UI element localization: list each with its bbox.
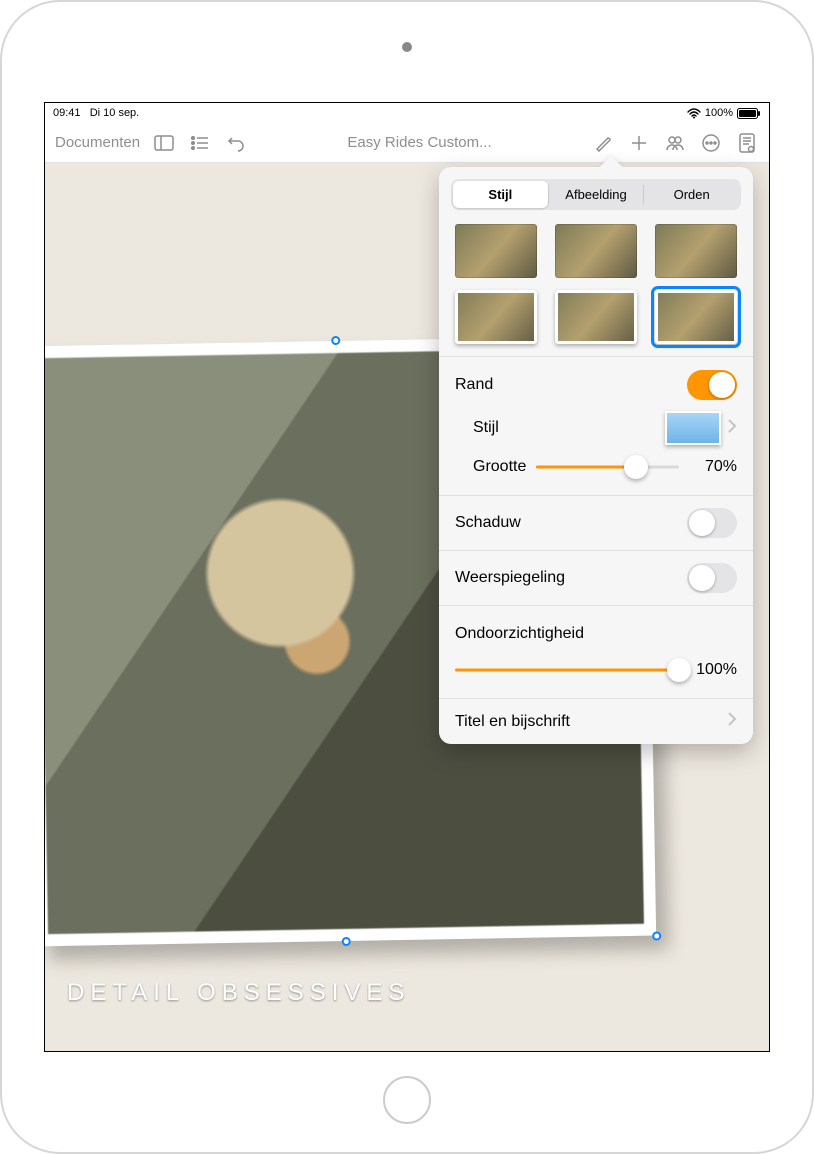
collaborate-button[interactable] bbox=[659, 127, 691, 159]
style-preset-2[interactable] bbox=[555, 224, 637, 278]
shadow-label: Schaduw bbox=[455, 514, 521, 532]
border-section: Rand Stijl Grootte bbox=[439, 356, 753, 495]
screen: 09:41 Di 10 sep. 100% Documenten bbox=[44, 102, 770, 1052]
document-title[interactable]: Easy Rides Custom... bbox=[347, 134, 491, 151]
format-brush-button[interactable] bbox=[587, 127, 619, 159]
reader-view-button[interactable] bbox=[731, 127, 763, 159]
resize-handle-bottom-right[interactable] bbox=[652, 931, 661, 940]
status-time: 09:41 bbox=[53, 107, 81, 119]
resize-handle-top[interactable] bbox=[331, 336, 340, 345]
documents-button[interactable]: Documenten bbox=[51, 134, 144, 151]
status-date: Di 10 sep. bbox=[90, 107, 140, 119]
more-button[interactable] bbox=[695, 127, 727, 159]
tab-arrange[interactable]: Orden bbox=[644, 181, 739, 208]
title-caption-button[interactable]: Titel en bijschrift bbox=[439, 698, 753, 744]
style-preset-5[interactable] bbox=[555, 290, 637, 344]
insert-button[interactable] bbox=[623, 127, 655, 159]
border-size-value: 70% bbox=[689, 458, 737, 476]
resize-handle-bottom[interactable] bbox=[342, 937, 351, 946]
chevron-right-icon bbox=[727, 418, 737, 439]
reflection-label: Weerspiegeling bbox=[455, 569, 565, 587]
border-style-swatch bbox=[665, 411, 721, 445]
battery-icon bbox=[737, 108, 761, 119]
border-toggle[interactable] bbox=[687, 370, 737, 400]
border-size-slider[interactable] bbox=[536, 453, 679, 481]
app-toolbar: Documenten Easy Rides Custom... bbox=[45, 123, 769, 163]
outline-button[interactable] bbox=[184, 127, 216, 159]
status-bar: 09:41 Di 10 sep. 100% bbox=[45, 103, 769, 123]
reflection-toggle[interactable] bbox=[687, 563, 737, 593]
border-size-label: Grootte bbox=[473, 458, 526, 476]
status-battery-percent: 100% bbox=[705, 107, 733, 119]
style-preset-1[interactable] bbox=[455, 224, 537, 278]
chevron-right-icon bbox=[727, 711, 737, 732]
style-preset-3[interactable] bbox=[655, 224, 737, 278]
style-preset-6[interactable] bbox=[655, 290, 737, 344]
popover-tabs: Stijl Afbeelding Orden bbox=[451, 179, 741, 210]
tab-style[interactable]: Stijl bbox=[453, 181, 548, 208]
home-button[interactable] bbox=[383, 1076, 431, 1124]
undo-button[interactable] bbox=[220, 127, 252, 159]
title-caption-label: Titel en bijschrift bbox=[455, 713, 570, 731]
opacity-label: Ondoorzichtigheid bbox=[455, 625, 584, 643]
image-caption: DETAIL OBSESSIVES bbox=[67, 979, 410, 1007]
tab-image[interactable]: Afbeelding bbox=[549, 181, 644, 208]
front-camera bbox=[402, 42, 412, 52]
opacity-slider[interactable] bbox=[455, 656, 679, 684]
border-style-button[interactable] bbox=[665, 411, 737, 445]
ipad-device-frame: 09:41 Di 10 sep. 100% Documenten bbox=[0, 0, 814, 1154]
border-label: Rand bbox=[455, 376, 493, 394]
style-preset-4[interactable] bbox=[455, 290, 537, 344]
style-presets bbox=[439, 220, 753, 356]
opacity-value: 100% bbox=[689, 661, 737, 679]
sidebar-toggle-button[interactable] bbox=[148, 127, 180, 159]
shadow-row: Schaduw bbox=[439, 495, 753, 550]
status-right: 100% bbox=[687, 107, 761, 119]
status-left: 09:41 Di 10 sep. bbox=[53, 107, 139, 119]
wifi-icon bbox=[687, 108, 701, 119]
shadow-toggle[interactable] bbox=[687, 508, 737, 538]
opacity-section: Ondoorzichtigheid 100% bbox=[439, 605, 753, 698]
format-popover: Stijl Afbeelding Orden Rand bbox=[439, 167, 753, 744]
border-style-label: Stijl bbox=[473, 419, 499, 437]
reflection-row: Weerspiegeling bbox=[439, 550, 753, 605]
